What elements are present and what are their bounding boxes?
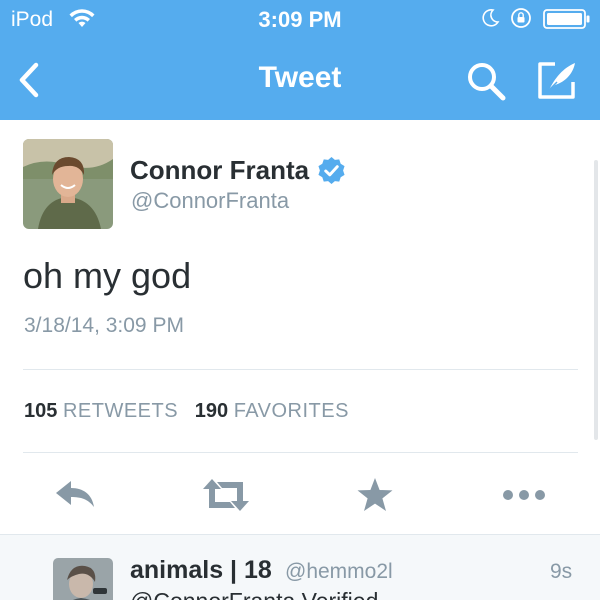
tweet-actions <box>0 463 600 525</box>
page-title: Tweet <box>258 61 342 94</box>
reply-icon[interactable] <box>52 475 98 515</box>
compose-icon[interactable] <box>535 58 579 102</box>
reply-avatar[interactable] <box>53 558 113 600</box>
favorites-label: FAVORITES <box>233 400 349 422</box>
app-header: iPod 3:09 PM Tweet <box>0 0 600 120</box>
reply-author-name[interactable]: animals | 18 <box>130 556 272 585</box>
author-handle[interactable]: @ConnorFranta <box>131 188 289 214</box>
retweets-count: 105 <box>24 400 58 422</box>
author-avatar[interactable] <box>23 139 113 229</box>
retweet-icon[interactable] <box>200 475 252 515</box>
nav-bar: Tweet <box>0 40 600 120</box>
reply-author-handle[interactable]: @hemmo2l <box>285 560 393 584</box>
reply-timestamp: 9s <box>550 560 573 583</box>
search-icon[interactable] <box>465 60 507 102</box>
tweet-stats: 105 RETWEETS 190 FAVORITES <box>24 400 349 423</box>
battery-icon <box>543 9 590 29</box>
status-bar: iPod 3:09 PM <box>0 0 600 38</box>
do-not-disturb-icon <box>482 9 500 27</box>
divider <box>23 452 578 453</box>
rotation-lock-icon <box>511 8 531 28</box>
tweet-text: oh my god <box>23 255 192 296</box>
divider <box>23 369 578 370</box>
retweets-stat[interactable]: 105 RETWEETS <box>24 400 184 422</box>
author-name[interactable]: Connor Franta <box>130 155 309 186</box>
tweet-timestamp: 3/18/14, 3:09 PM <box>24 314 184 337</box>
star-icon[interactable] <box>356 475 394 515</box>
verified-badge-icon <box>318 156 345 185</box>
scrollbar[interactable] <box>594 160 598 440</box>
retweets-label: RETWEETS <box>62 400 179 422</box>
more-icon[interactable] <box>500 475 548 515</box>
favorites-stat[interactable]: 190 FAVORITES <box>195 400 349 422</box>
reply-text: @ConnorFranta Verified <box>130 588 378 600</box>
favorites-count: 190 <box>194 400 229 422</box>
